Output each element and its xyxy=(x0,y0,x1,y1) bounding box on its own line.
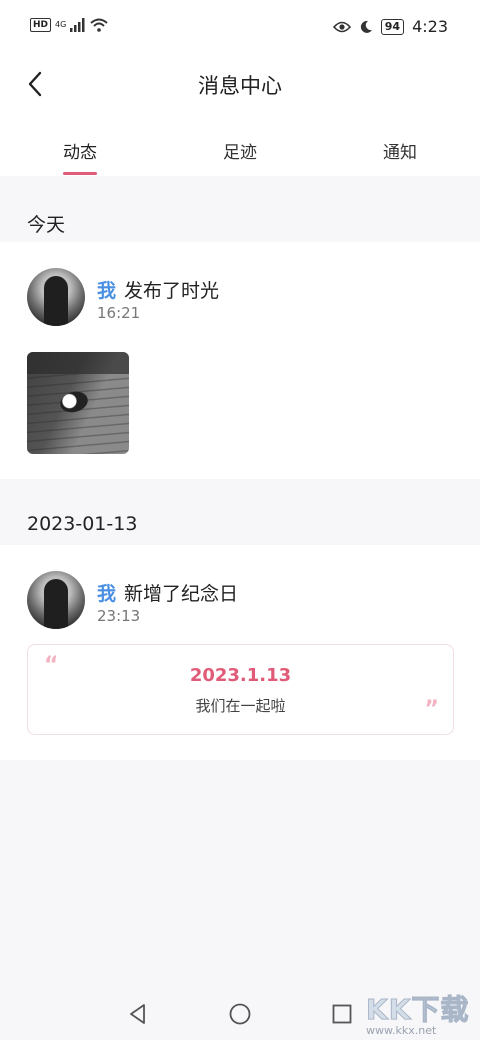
anniversary-card[interactable]: “ 2023.1.13 我们在一起啦 ” xyxy=(27,644,454,735)
eye-icon xyxy=(332,21,351,32)
activity-action: 发布了时光 xyxy=(124,280,220,302)
activity-card[interactable]: 我 新增了纪念日 23:13 “ 2023.1.13 我们在一起啦 ” xyxy=(0,545,480,760)
network-type: 4G xyxy=(55,20,67,29)
close-quote-icon: ” xyxy=(424,697,439,722)
hd-badge: HD xyxy=(30,18,52,32)
back-triangle-icon[interactable] xyxy=(126,1002,150,1026)
page-title: 消息中心 xyxy=(198,74,282,98)
section-date-label: 2023-01-13 xyxy=(27,513,138,535)
avatar[interactable] xyxy=(27,571,85,629)
status-time: 4:23 xyxy=(412,17,448,36)
watermark-brand: KK下载 xyxy=(365,993,470,1027)
tab-footprint[interactable]: 足迹 xyxy=(190,138,290,163)
activity-card[interactable]: 我 发布了时光 16:21 xyxy=(0,242,480,479)
tab-bar: 动态 足迹 通知 xyxy=(0,112,480,176)
section-header-date: 2023-01-13 xyxy=(0,479,480,545)
home-circle-icon[interactable] xyxy=(228,1002,252,1026)
anniversary-date: 2023.1.13 xyxy=(189,665,292,686)
moment-photo[interactable] xyxy=(27,352,129,454)
battery-indicator: 94 xyxy=(380,18,405,35)
nav-bar: 消息中心 xyxy=(0,56,480,112)
tab-activity[interactable]: 动态 xyxy=(30,138,130,163)
anniversary-text: 我们在一起啦 xyxy=(195,697,286,715)
activity-time: 16:21 xyxy=(97,304,141,322)
active-tab-indicator xyxy=(63,172,97,175)
user-name[interactable]: 我 xyxy=(97,276,116,303)
activity-time: 23:13 xyxy=(97,607,141,625)
signal-icon xyxy=(70,18,85,32)
status-left: HD 4G xyxy=(30,18,108,32)
status-right: 94 4:23 xyxy=(332,17,448,36)
activity-action: 新增了纪念日 xyxy=(124,583,239,605)
status-bar: HD 4G 94 4:23 xyxy=(0,0,480,56)
wifi-icon xyxy=(90,18,108,32)
section-date-label: 今天 xyxy=(27,214,66,236)
user-name[interactable]: 我 xyxy=(97,579,116,606)
recents-square-icon[interactable] xyxy=(330,1002,354,1026)
avatar[interactable] xyxy=(27,268,85,326)
watermark-url: www.kkx.net xyxy=(366,1024,437,1037)
watermark: KK下载 www.kkx.net xyxy=(360,988,470,1040)
section-header-today: 今天 xyxy=(0,176,480,242)
tab-notifications[interactable]: 通知 xyxy=(350,138,450,163)
moon-icon xyxy=(360,20,372,33)
